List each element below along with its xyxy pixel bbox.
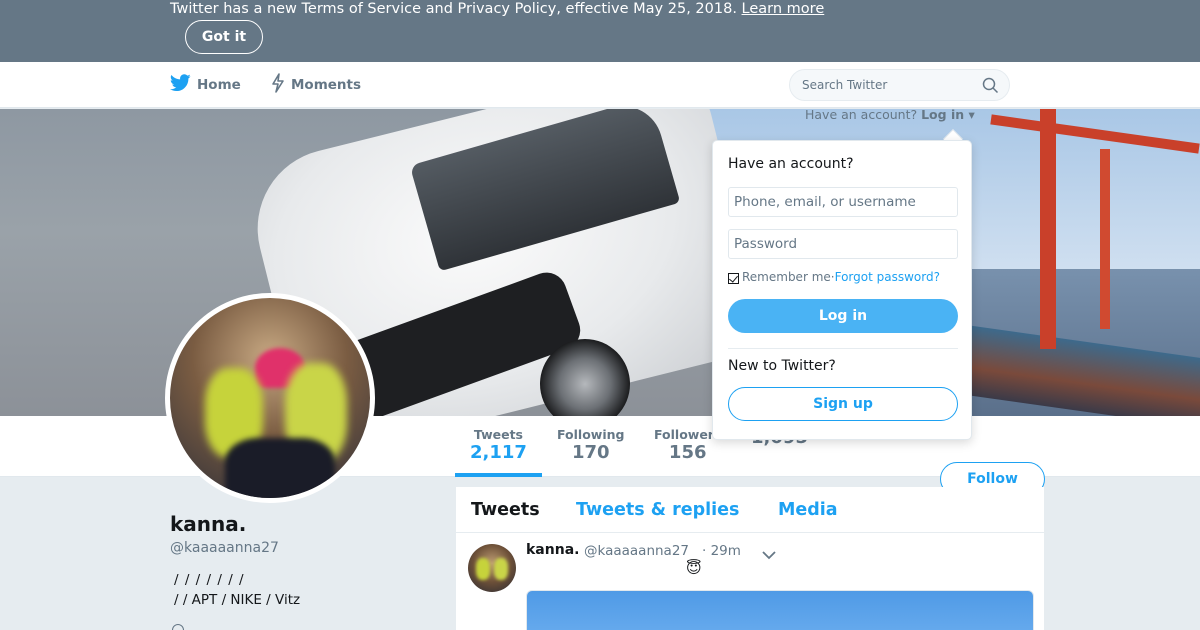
tweet-media[interactable] <box>526 590 1034 630</box>
tweet-avatar[interactable] <box>468 544 516 592</box>
learn-more-link[interactable]: Learn more <box>742 1 825 17</box>
divider <box>728 348 958 349</box>
password-field[interactable] <box>728 229 958 259</box>
have-account-text: Have an account? <box>805 107 918 122</box>
login-button[interactable]: Log in <box>728 299 958 333</box>
nav-moments-label: Moments <box>291 77 362 93</box>
dropdown-title: Have an account? <box>728 156 854 172</box>
stat-tweets[interactable]: Tweets 2,117 <box>470 427 527 463</box>
timeline-tabs: Tweets Tweets & replies Media <box>456 487 1044 533</box>
profile-avatar[interactable] <box>165 293 375 503</box>
forgot-password-link[interactable]: Forgot password? <box>835 270 940 284</box>
tweet-author-name[interactable]: kanna. <box>526 542 579 558</box>
nav-home-label: Home <box>197 77 241 93</box>
tweet-avatar-plush-right <box>494 558 508 580</box>
tweet-text: 😇 <box>686 559 702 577</box>
location-icon <box>172 624 184 630</box>
twitter-bird-icon <box>169 74 191 96</box>
remember-label[interactable]: Remember me <box>742 270 831 284</box>
nav-moments[interactable]: Moments <box>271 62 361 108</box>
timeline: Tweets Tweets & replies Media kanna. @ka… <box>456 487 1044 630</box>
search-box <box>789 69 1010 101</box>
stat-label: Tweets <box>473 427 523 442</box>
chevron-down-icon[interactable] <box>762 545 776 564</box>
stat-value: 156 <box>668 442 707 463</box>
remember-checkbox[interactable] <box>728 272 739 284</box>
stat-value: 2,117 <box>470 442 527 463</box>
username-field[interactable] <box>728 187 958 217</box>
profile-handle[interactable]: @kaaaaanna27 <box>170 540 279 556</box>
profile-bio-line1: / / / / / / / <box>174 572 244 588</box>
banner-message: Twitter has a new Terms of Service and P… <box>170 1 824 17</box>
tab-tweets-replies[interactable]: Tweets & replies <box>576 500 739 520</box>
header-crane-2 <box>1100 149 1110 329</box>
stat-value: 170 <box>571 442 610 463</box>
login-dropdown: Have an account? Remember me · Forgot pa… <box>712 140 972 440</box>
search-input[interactable] <box>802 70 972 100</box>
banner-text: Twitter has a new Terms of Service and P… <box>170 1 737 17</box>
top-nav: Home Moments <box>0 62 1200 108</box>
login-trigger: Have an account? Log in ▾ <box>805 107 975 122</box>
caret-down-icon: ▾ <box>968 107 975 122</box>
got-it-button[interactable]: Got it <box>185 20 263 54</box>
active-stat-underline <box>455 473 542 477</box>
signup-button[interactable]: Sign up <box>728 387 958 421</box>
new-to-twitter-text: New to Twitter? <box>728 358 836 374</box>
avatar-body <box>225 438 335 498</box>
tweet-timestamp[interactable]: · 29m <box>702 543 741 559</box>
stat-label: Following <box>557 427 625 442</box>
profile-bio-line2: / / APT / NIKE / Vitz <box>174 592 301 608</box>
lightning-icon <box>271 73 285 97</box>
tweet-avatar-plush-left <box>476 558 490 580</box>
tweet-author-handle[interactable]: @kaaaaanna27 <box>584 543 689 559</box>
nav-home[interactable]: Home <box>169 62 241 108</box>
tab-tweets[interactable]: Tweets <box>471 500 540 520</box>
stat-following[interactable]: Following 170 <box>557 427 624 463</box>
profile-name[interactable]: kanna. <box>170 512 246 536</box>
search-icon[interactable] <box>982 77 999 98</box>
remember-row: Remember me · Forgot password? <box>728 270 940 284</box>
tab-media[interactable]: Media <box>778 500 838 520</box>
policy-banner: Twitter has a new Terms of Service and P… <box>0 0 1200 62</box>
login-link[interactable]: Log in ▾ <box>921 107 975 122</box>
header-crane <box>1040 109 1056 349</box>
